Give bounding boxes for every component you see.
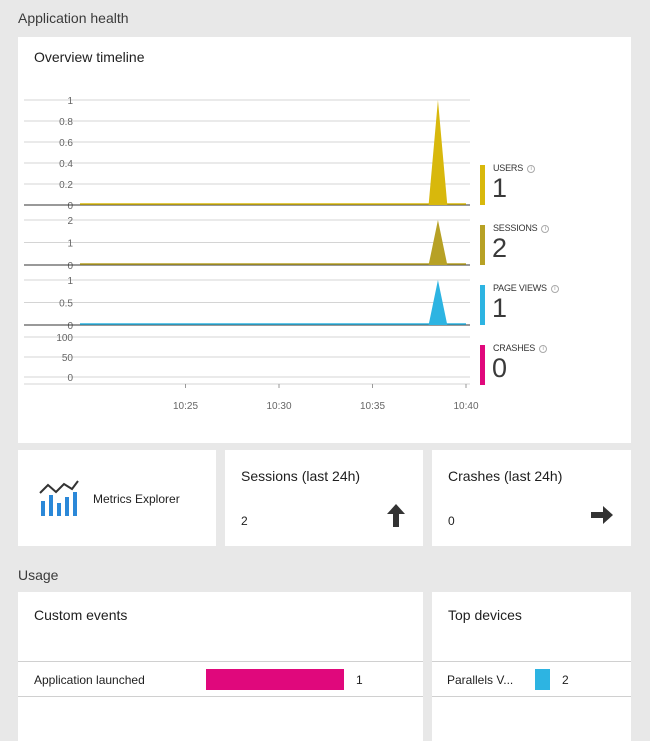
divider [432, 696, 631, 697]
custom-event-label[interactable]: Application launched [34, 673, 145, 687]
sessions-last-24h-title: Sessions (last 24h) [241, 468, 361, 484]
y-tick-label: 0.8 [59, 117, 73, 128]
y-tick-label: 0.6 [59, 138, 73, 149]
overview-timeline-tile[interactable]: 1 0.8 0.6 0.4 0.2 0 2 1 0 1 0.5 0 100 50 0 10:25 10:30 10… [18, 37, 631, 443]
custom-events-tile[interactable]: Custom events Application launched 1 [18, 592, 423, 741]
info-icon[interactable]: i [527, 165, 536, 173]
crashes-last-24h-value: 0 [448, 514, 455, 528]
crashes-last-24h-tile[interactable]: Crashes (last 24h) 0 [432, 450, 631, 546]
y-tick-label: 0 [67, 201, 73, 212]
divider [432, 661, 631, 662]
metric-crashes-label-row: CRASHES i [493, 343, 548, 353]
metric-crashes-color-bar [480, 345, 485, 385]
y-tick-label: 1 [67, 239, 73, 250]
x-tick-label: 10:40 [453, 401, 478, 412]
overview-timeline-title: Overview timeline [34, 49, 145, 65]
custom-event-bar [206, 669, 344, 690]
metric-sessions-color-bar [480, 225, 485, 265]
metric-sessions-label-row: SESSIONS i [493, 223, 550, 233]
metric-sessions-label: SESSIONS [493, 223, 538, 233]
custom-events-title: Custom events [34, 607, 128, 623]
x-tick-label: 10:25 [173, 401, 198, 412]
y-tick-label: 0 [67, 373, 73, 384]
x-tick-label: 10:35 [360, 401, 385, 412]
series-area [428, 100, 448, 205]
divider [18, 696, 423, 697]
y-tick-label: 50 [62, 353, 74, 364]
info-icon[interactable]: i [550, 285, 559, 293]
top-device-count: 2 [562, 673, 569, 687]
metrics-explorer-tile[interactable]: Metrics Explorer [18, 450, 216, 546]
metric-sessions-value: 2 [492, 233, 508, 263]
y-tick-label: 0 [67, 261, 73, 272]
metric-users-color-bar [480, 165, 485, 205]
overview-timeline-chart: 10.80.60.40.2021010.5010050010:25 10:30 10… [24, 96, 479, 412]
divider [18, 661, 423, 662]
top-devices-tile[interactable]: Top devices Parallels V... 2 [432, 592, 631, 741]
metric-page-views-value: 1 [492, 293, 508, 323]
x-tick-label: 10:30 [266, 401, 291, 412]
y-tick-label: 1 [67, 96, 73, 107]
bar-chart-trend-icon [39, 480, 79, 516]
metric-users-value: 1 [492, 173, 508, 203]
top-device-bar [535, 669, 550, 690]
crashes-last-24h-title: Crashes (last 24h) [448, 468, 563, 484]
metrics-explorer-label: Metrics Explorer [93, 492, 180, 506]
arrow-right-icon [591, 506, 613, 524]
metric-crashes-label: CRASHES [493, 343, 536, 353]
y-tick-label: 0.4 [59, 159, 73, 170]
y-tick-label: 100 [56, 333, 73, 344]
y-tick-label: 0.2 [59, 180, 73, 191]
info-icon[interactable]: i [541, 225, 550, 233]
y-tick-label: 2 [67, 216, 73, 227]
custom-event-count: 1 [356, 673, 363, 687]
top-devices-title: Top devices [448, 607, 522, 623]
metric-crashes-value: 0 [492, 353, 508, 383]
metric-page-views-color-bar [480, 285, 485, 325]
metric-page-views-label-row: PAGE VIEWS i [493, 283, 559, 293]
section-title-application-health: Application health [18, 10, 129, 26]
sessions-last-24h-value: 2 [241, 514, 248, 528]
y-tick-label: 0.5 [59, 299, 73, 310]
metric-page-views-label: PAGE VIEWS [493, 283, 547, 293]
metric-users-label-row: USERS i [493, 163, 536, 173]
arrow-up-icon [387, 504, 405, 527]
metric-users-label: USERS [493, 163, 524, 173]
section-title-usage: Usage [18, 567, 59, 583]
y-tick-label: 0 [67, 321, 73, 332]
top-device-label[interactable]: Parallels V... [447, 673, 513, 687]
y-tick-label: 1 [67, 276, 73, 287]
sessions-last-24h-tile[interactable]: Sessions (last 24h) 2 [225, 450, 423, 546]
info-icon[interactable]: i [539, 345, 548, 353]
